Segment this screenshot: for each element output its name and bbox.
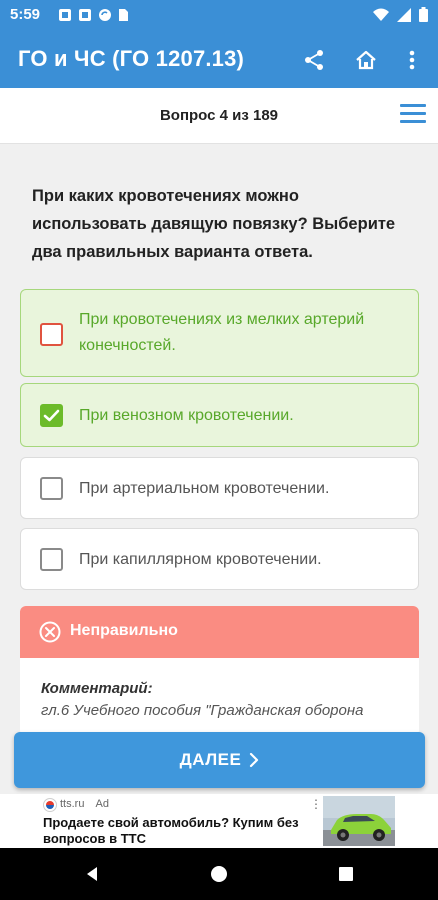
ad-domain: tts.ru [60,798,85,810]
wifi-icon [373,8,389,21]
notification-square-icon [59,9,71,21]
question-text: При каких кровотечениях можно использова… [32,187,396,261]
x-circle-icon [39,621,61,643]
share-icon [305,50,323,70]
ad-badge: Ad [95,798,109,810]
status-time: 5:59 [10,6,41,23]
answer-option-label: При капиллярном кровотечении. [79,551,322,568]
ad-title[interactable]: Продаете свой автомобиль? Купим без вопр… [43,815,313,847]
checkmark-icon [43,409,60,422]
ad-options-button[interactable]: ⋮ [310,797,322,811]
answer-option[interactable]: При артериальном кровотечении. [20,457,419,519]
system-navigation-bar [0,848,438,900]
recents-square-icon[interactable] [336,864,356,884]
answer-option-label: При кровотечениях из мелких артерий коне… [79,311,365,354]
comment-section: Комментарий: гл.6 Учебного пособия "Граж… [20,658,419,719]
checkbox[interactable] [40,404,63,427]
hamburger-menu-icon[interactable] [400,104,426,126]
checkbox[interactable] [40,477,63,500]
more-vert-icon [409,50,415,70]
car-image-icon [323,796,395,846]
checkbox[interactable] [40,548,63,571]
home-icon [356,50,376,70]
next-button-label: ДАЛЕЕ [179,750,242,769]
share-button[interactable] [300,46,328,74]
chevron-right-icon [250,752,259,768]
next-button[interactable]: ДАЛЕЕ [14,732,425,788]
answer-option-label: При венозном кровотечении. [79,407,294,424]
ad-source: tts.ru Ad [60,798,109,810]
more-options-button[interactable] [398,46,426,74]
checkbox[interactable] [40,323,63,346]
ad-image[interactable] [323,796,395,846]
status-bar: 5:59 [0,0,438,32]
comment-text: гл.6 Учебного пособия "Гражданская оборо… [41,702,364,719]
result-title: Неправильно [70,622,178,639]
notification-square-icon [79,9,91,21]
comment-label: Комментарий: [41,680,153,697]
signal-icon [397,7,411,22]
answer-option[interactable]: При кровотечениях из мелких артерий коне… [20,289,419,377]
sd-card-icon [119,9,128,21]
battery-icon [419,7,428,22]
question-header: Вопрос 4 из 189 [0,88,438,144]
answer-option[interactable]: При венозном кровотечении. [20,383,419,447]
app-title: ГО и ЧС (ГО 1207.13) [18,46,245,71]
result-card: Неправильно Комментарий: гл.6 Учебного п… [20,606,419,736]
ad-logo-icon [43,798,57,812]
result-header: Неправильно [20,606,419,658]
answer-option-label: При артериальном кровотечении. [79,480,330,497]
question-counter: Вопрос 4 из 189 [159,107,279,124]
home-button[interactable] [352,46,380,74]
sync-icon [99,9,111,21]
app-bar: ГО и ЧС (ГО 1207.13) [0,32,438,88]
back-triangle-icon[interactable] [82,864,102,884]
home-circle-icon[interactable] [209,864,229,884]
answer-option[interactable]: При капиллярном кровотечении. [20,528,419,590]
